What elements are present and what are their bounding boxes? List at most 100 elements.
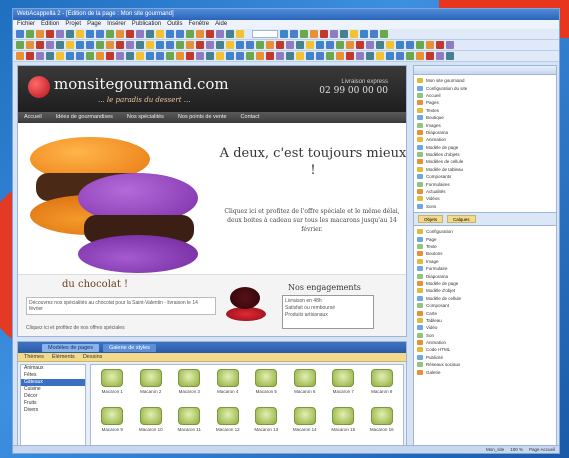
toolbar-button-icon[interactable] (196, 41, 204, 49)
toolbar-button-icon[interactable] (116, 41, 124, 49)
tree-node[interactable]: Accueil (417, 92, 553, 99)
toolbar-button-icon[interactable] (26, 30, 34, 38)
toolbar-button-icon[interactable] (320, 30, 328, 38)
toolbar-button-icon[interactable] (216, 52, 224, 60)
tree-item[interactable]: Décor (21, 393, 85, 400)
toolbar-button-icon[interactable] (336, 52, 344, 60)
toolbar-button-icon[interactable] (376, 41, 384, 49)
gallery-thumbnail[interactable]: Macaron 12 (209, 407, 248, 445)
toolbar-button-icon[interactable] (346, 41, 354, 49)
toolbar-button-icon[interactable] (436, 52, 444, 60)
tree-item[interactable]: Cuisine (21, 386, 85, 393)
toolbar-button-icon[interactable] (306, 52, 314, 60)
toolbar-button-icon[interactable] (96, 52, 104, 60)
tree-node[interactable]: Boutons (417, 250, 553, 257)
tree-node[interactable]: Image (417, 258, 553, 265)
gallery-thumbnail[interactable]: Macaron 6 (286, 369, 325, 407)
tree-node[interactable]: Modèles de cellule (417, 158, 553, 165)
menu-item[interactable]: Edition (41, 20, 59, 29)
toolbar-button-icon[interactable] (340, 30, 348, 38)
toolbar-button-icon[interactable] (306, 41, 314, 49)
tree-node[interactable]: Animation (417, 339, 553, 346)
tree-node[interactable]: Configuration (417, 228, 553, 235)
tree-node[interactable]: Carte (417, 309, 553, 316)
tree-node[interactable]: Galerie (417, 368, 553, 375)
toolbar-button-icon[interactable] (286, 52, 294, 60)
menu-item[interactable]: Projet (65, 20, 81, 29)
toolbar-button-icon[interactable] (256, 41, 264, 49)
tree-node[interactable]: Modèle d'objet (417, 287, 553, 294)
tree-item[interactable]: Gâteaux (21, 379, 85, 386)
toolbar-button-icon[interactable] (46, 41, 54, 49)
toolbar-button-icon[interactable] (66, 41, 74, 49)
toolbar-button-icon[interactable] (206, 30, 214, 38)
toolbar-button-icon[interactable] (66, 30, 74, 38)
toolbar-button-icon[interactable] (236, 41, 244, 49)
toolbar-button-icon[interactable] (156, 41, 164, 49)
tree-node[interactable]: Texte (417, 243, 553, 250)
site-nav-item[interactable]: Idées de gourmandises (56, 112, 113, 123)
gallery-thumbnail[interactable]: Macaron 5 (247, 369, 286, 407)
tree-node[interactable]: Diaporama (417, 272, 553, 279)
tree-node[interactable]: Composants (417, 173, 553, 180)
toolbar-button-icon[interactable] (86, 41, 94, 49)
toolbar-button-icon[interactable] (96, 41, 104, 49)
engagements-box[interactable]: Livraison en 48h Satisfait ou remboursé … (282, 295, 374, 329)
toolbar-button-icon[interactable] (206, 52, 214, 60)
tree-node[interactable]: Modèles d'objets (417, 151, 553, 158)
hero-section[interactable]: A deux, c'est toujours mieux ! Cliquez i… (18, 123, 406, 273)
tree-item[interactable]: Animaux (21, 365, 85, 372)
toolbar-button-icon[interactable] (256, 52, 264, 60)
tree-node[interactable]: Vidéos (417, 195, 553, 202)
tree-node[interactable]: Animation (417, 136, 553, 143)
toolbar-button-icon[interactable] (226, 52, 234, 60)
site-nav-item[interactable]: Accueil (24, 112, 42, 123)
tree-node[interactable]: Modèle de tableau (417, 166, 553, 173)
toolbar-button-icon[interactable] (266, 41, 274, 49)
toolbar-button-icon[interactable] (216, 41, 224, 49)
menu-item[interactable]: Aide (215, 20, 227, 29)
tree-node[interactable]: Formulaire (417, 265, 553, 272)
tree-item[interactable]: Divers (21, 407, 85, 414)
toolbar-button-icon[interactable] (356, 41, 364, 49)
tab-objects[interactable]: Objets (418, 215, 444, 224)
tree-node[interactable]: Modèle de cellule (417, 295, 553, 302)
toolbar-button-icon[interactable] (216, 30, 224, 38)
toolbar-button-icon[interactable] (396, 52, 404, 60)
toolbar-button-icon[interactable] (106, 52, 114, 60)
toolbar-button-icon[interactable] (206, 41, 214, 49)
toolbar-button-icon[interactable] (136, 41, 144, 49)
toolbar-button-icon[interactable] (226, 41, 234, 49)
toolbar-button-icon[interactable] (370, 30, 378, 38)
toolbar-button-icon[interactable] (166, 52, 174, 60)
toolbar-select[interactable] (252, 30, 278, 38)
tab-style-gallery[interactable]: Galerie de styles (102, 343, 156, 352)
toolbar-button-icon[interactable] (226, 30, 234, 38)
toolbar-button-icon[interactable] (126, 41, 134, 49)
menu-item[interactable]: Page (87, 20, 101, 29)
toolbar-button-icon[interactable] (396, 41, 404, 49)
tree-item[interactable]: Fruits (21, 400, 85, 407)
gallery-thumbnail[interactable]: Macaron 15 (324, 407, 363, 445)
tab-page-models[interactable]: Modèles de pages (42, 343, 99, 352)
toolbar-button-icon[interactable] (146, 30, 154, 38)
tree-item[interactable]: Fêtes (21, 372, 85, 379)
toolbar-button-icon[interactable] (76, 41, 84, 49)
tree-node[interactable]: Modèle de page (417, 280, 553, 287)
toolbar-button-icon[interactable] (310, 30, 318, 38)
toolbar-button-icon[interactable] (166, 30, 174, 38)
toolbar-button-icon[interactable] (16, 41, 24, 49)
toolbar-button-icon[interactable] (376, 52, 384, 60)
toolbar-button-icon[interactable] (186, 30, 194, 38)
toolbar-button-icon[interactable] (56, 41, 64, 49)
tree-node[interactable]: Configuration du site (417, 84, 553, 91)
toolbar-button-icon[interactable] (446, 52, 454, 60)
tree-node[interactable]: Page (417, 235, 553, 242)
toolbar-button-icon[interactable] (366, 52, 374, 60)
toolbar-button-icon[interactable] (116, 30, 124, 38)
gallery-thumbnail[interactable]: Macaron 8 (363, 369, 402, 407)
tree-node[interactable]: Sons (417, 203, 553, 210)
site-nav-item[interactable]: Nos points de vente (178, 112, 227, 123)
tree-node[interactable]: Mon site gourmand (417, 77, 553, 84)
tree-node[interactable]: Images (417, 121, 553, 128)
